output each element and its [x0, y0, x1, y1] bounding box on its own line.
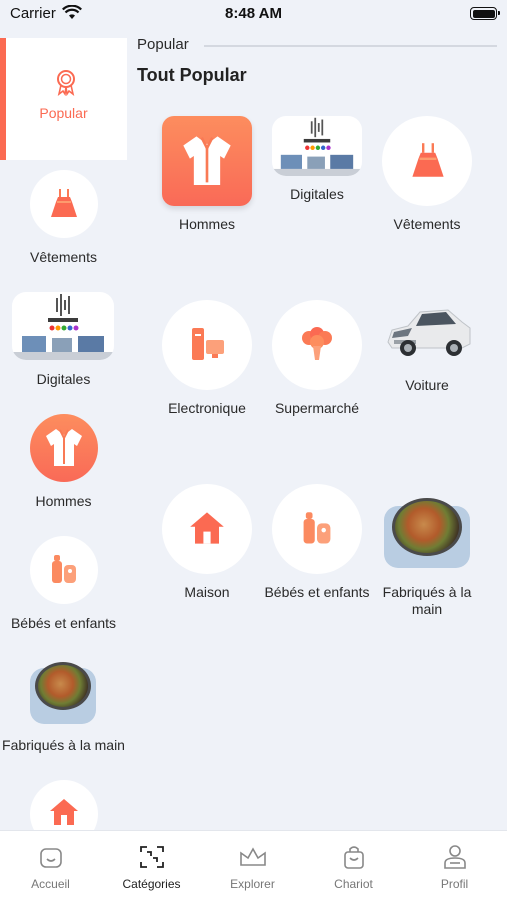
sidebar-item-label: Digitales — [36, 371, 91, 387]
handmade-bowl — [384, 498, 470, 568]
sidebar-item-digitales[interactable]: Digitales — [0, 292, 127, 402]
tab-categories[interactable]: Catégories — [101, 831, 202, 900]
sidebar-item-label: Vêtements — [30, 249, 97, 265]
sidebar-item-label: Bébés et enfants — [10, 615, 117, 631]
tile-label: Supermarché — [274, 400, 360, 416]
sidebar-item-maison[interactable] — [0, 780, 127, 830]
tile-label: Fabriqués à la main — [382, 584, 472, 617]
home-icon — [40, 848, 62, 868]
tab-chariot[interactable]: Chariot — [303, 831, 404, 900]
crown-icon — [240, 847, 266, 866]
digital-thumbnail — [272, 116, 362, 176]
tab-label: Profil — [440, 877, 469, 891]
award-icon — [57, 70, 75, 96]
dress-icon — [51, 189, 77, 217]
tile-label: Maison — [184, 584, 230, 600]
house-icon — [190, 512, 224, 544]
sidebar-item-label: Fabriqués à la main — [2, 737, 125, 753]
tile-label: Vêtements — [393, 216, 461, 232]
shirt-icon — [46, 429, 82, 466]
car-image — [387, 309, 471, 356]
dress-icon — [412, 143, 444, 177]
tab-label: Accueil — [31, 877, 70, 891]
baby-icon — [52, 555, 76, 583]
battery-icon — [470, 7, 500, 20]
tile-label: Digitales — [290, 186, 344, 202]
electronics-icon — [192, 328, 224, 360]
status-time: 8:48 AM — [225, 5, 282, 22]
tile-label: Electronique — [168, 400, 246, 416]
divider — [204, 45, 497, 47]
broccoli-icon — [302, 327, 332, 360]
tab-label: Catégories — [122, 877, 181, 891]
tab-label: Chariot — [334, 877, 373, 891]
handmade-bowl — [30, 662, 96, 724]
sidebar-item-hommes[interactable]: Hommes — [0, 414, 127, 524]
sidebar-item-popular[interactable]: Popular — [0, 38, 127, 160]
tile-label: Bébés et enfants — [264, 584, 370, 600]
categories-icon — [140, 846, 164, 868]
tile-label: Voiture — [405, 377, 449, 393]
sidebar-item-fabriques[interactable]: Fabriqués à la main — [0, 658, 127, 780]
tab-profil[interactable]: Profil — [404, 831, 505, 900]
page-title: Tout Popular — [137, 65, 247, 85]
status-bar: Carrier 8:48 AM — [0, 0, 507, 30]
category-sidebar[interactable]: Popular Vêtements Digitales Hommes Bébés… — [0, 38, 127, 830]
bottom-tab-bar: Accueil Catégories Explorer Chariot Prof… — [0, 830, 507, 900]
tab-explorer[interactable]: Explorer — [202, 831, 303, 900]
digital-thumbnail — [12, 292, 114, 360]
sidebar-item-label: Popular — [39, 105, 88, 121]
sidebar-item-bebes[interactable]: Bébés et enfants — [0, 536, 127, 646]
tab-accueil[interactable]: Accueil — [0, 831, 101, 900]
shirt-icon — [183, 136, 231, 185]
sidebar-item-vetements[interactable]: Vêtements — [0, 170, 127, 280]
tile-label: Hommes — [178, 216, 235, 232]
house-icon — [50, 799, 78, 825]
breadcrumb: Popular — [137, 36, 189, 53]
baby-icon — [303, 512, 331, 544]
tab-label: Explorer — [230, 877, 275, 891]
user-icon — [444, 845, 466, 869]
bag-icon — [344, 846, 364, 869]
sidebar-item-label: Hommes — [35, 493, 92, 509]
